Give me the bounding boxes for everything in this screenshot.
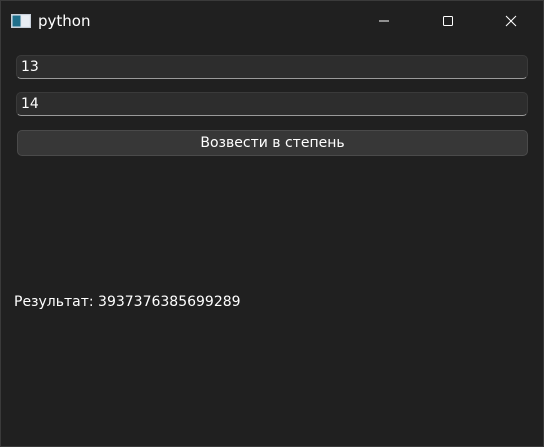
app-window-icon (11, 13, 31, 28)
exponent-input[interactable] (16, 92, 528, 116)
app-window: python Возвести в степень Результат: 393… (0, 0, 544, 447)
title-bar[interactable]: python (1, 1, 543, 41)
close-button[interactable] (479, 1, 543, 41)
result-label: Результат: 3937376385699289 (14, 294, 241, 310)
minimize-button[interactable] (352, 1, 416, 41)
maximize-icon (442, 12, 454, 31)
base-input[interactable] (16, 55, 528, 79)
window-title: python (38, 12, 91, 30)
close-icon (505, 12, 517, 31)
raise-to-power-button[interactable]: Возвести в степень (17, 130, 528, 156)
minimize-icon (378, 12, 390, 31)
maximize-button[interactable] (416, 1, 480, 41)
